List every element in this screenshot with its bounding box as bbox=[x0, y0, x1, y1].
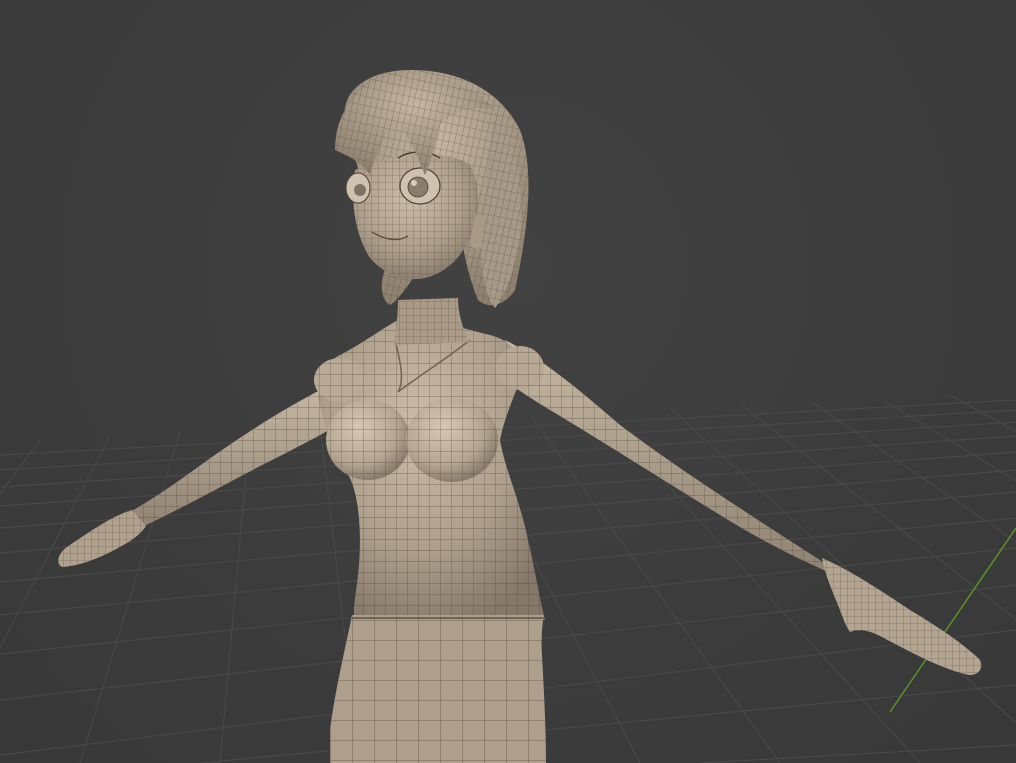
right-arm[interactable] bbox=[500, 340, 982, 676]
3d-viewport[interactable] bbox=[0, 0, 1016, 763]
left-arm[interactable] bbox=[58, 385, 345, 567]
skirt[interactable] bbox=[330, 615, 546, 763]
torso[interactable] bbox=[314, 320, 545, 620]
head[interactable] bbox=[335, 70, 529, 308]
neck[interactable] bbox=[394, 298, 470, 345]
character-model[interactable] bbox=[58, 70, 982, 763]
